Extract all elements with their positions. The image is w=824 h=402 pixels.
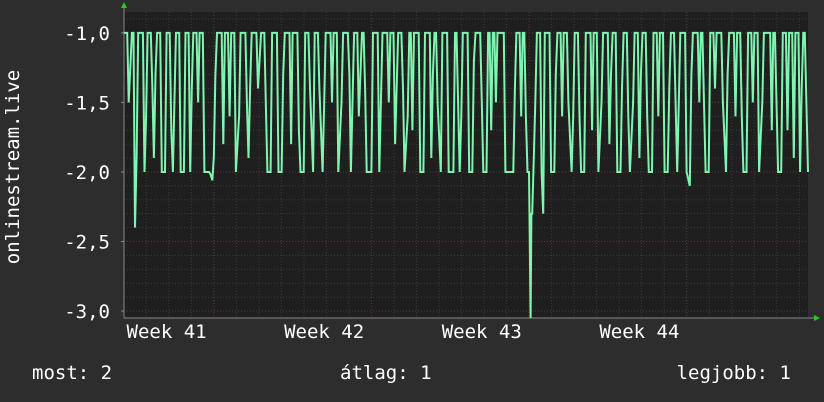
x-tick-label: Week 43 — [442, 321, 522, 343]
y-tick-label: -3,0 — [64, 301, 110, 323]
x-tick-label: Week 41 — [127, 321, 207, 343]
x-tick-label: Week 44 — [599, 321, 679, 343]
footer-average-value: átlag: 1 — [340, 362, 432, 384]
y-axis-title: onlinestream.live — [2, 70, 24, 264]
footer-best-value: legjobb: 1 — [676, 362, 791, 384]
y-tick-label: -1,5 — [64, 92, 110, 114]
y-tick-label: -2,0 — [64, 162, 110, 184]
footer-current-value: most: 2 — [32, 362, 113, 384]
y-tick-label: -2,5 — [64, 232, 110, 254]
chart-svg: -1,0 -1,5 -2,0 -2,5 -3,0 Week 41 Week 42 Week 4… — [2, 2, 820, 343]
y-axis-arrow — [121, 2, 127, 8]
y-tick-label: -1,0 — [64, 23, 110, 45]
x-tick-label: Week 42 — [284, 321, 364, 343]
x-axis-arrow — [814, 315, 820, 321]
chart: -1,0 -1,5 -2,0 -2,5 -3,0 Week 41 Week 42 Week 4… — [0, 0, 824, 402]
